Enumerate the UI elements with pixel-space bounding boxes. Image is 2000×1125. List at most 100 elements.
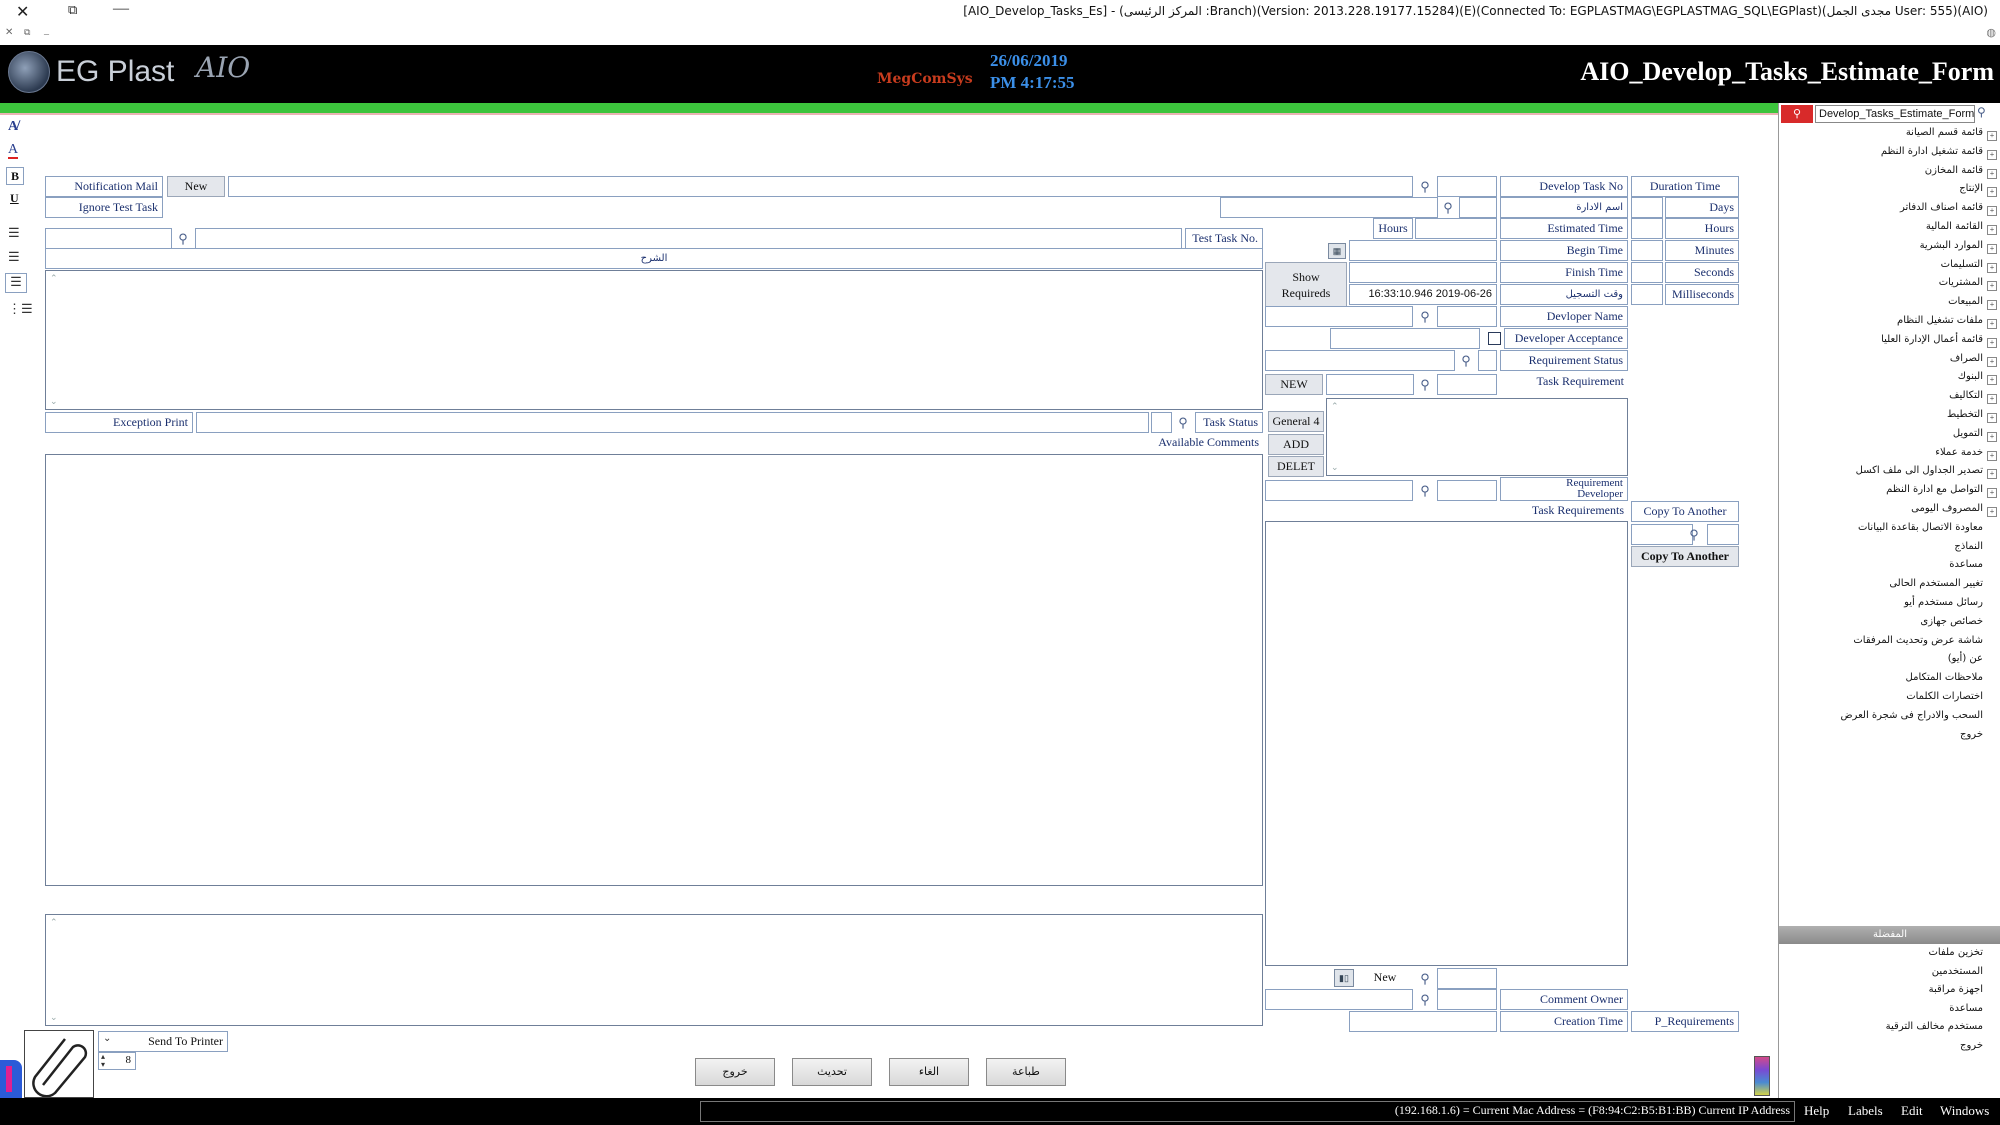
task-status-code-input[interactable] <box>1151 412 1172 433</box>
seconds-input[interactable] <box>1631 262 1663 283</box>
font-color-icon[interactable]: A <box>8 143 19 159</box>
comment-code-input[interactable] <box>1437 968 1497 989</box>
tree-item[interactable]: التكاليف + <box>1779 390 2000 406</box>
copies-stepper[interactable]: ▴ ▾ 8 <box>98 1052 136 1070</box>
calendar-icon[interactable]: ▦ <box>1328 243 1346 259</box>
tree-item[interactable]: ملفات تشغيل النظام + <box>1779 315 2000 331</box>
finish-time-input[interactable] <box>1349 262 1497 283</box>
expand-plus-icon[interactable]: + <box>1987 394 1997 405</box>
favorite-item[interactable]: مساعدة <box>1949 1003 1983 1014</box>
exit-button[interactable]: خروج <box>695 1058 775 1086</box>
test-task-code-input[interactable] <box>45 228 172 249</box>
task-requirement-type-input[interactable] <box>1326 374 1414 395</box>
tree-item[interactable]: التخطيط + <box>1779 409 2000 425</box>
new-task-button[interactable]: New <box>167 176 225 197</box>
tree-item[interactable]: النماذج <box>1779 541 2000 557</box>
tree-item[interactable]: قائمة قسم الصيانة + <box>1779 127 2000 143</box>
tree-item[interactable]: التسليمات + <box>1779 259 2000 275</box>
task-requirement-code-input[interactable] <box>1437 374 1497 395</box>
milliseconds-input[interactable] <box>1631 284 1663 305</box>
tree-item[interactable]: القائمة المالية + <box>1779 221 2000 237</box>
tree-item[interactable]: تغيير المستخدم الحالى <box>1779 578 2000 594</box>
requirement-status-input[interactable] <box>1265 350 1455 371</box>
test-task-no-input[interactable] <box>195 228 1182 249</box>
expand-plus-icon[interactable]: + <box>1987 469 1997 480</box>
search-icon[interactable]: ⚲ <box>1416 482 1434 500</box>
task-status-input[interactable] <box>196 412 1149 433</box>
search-icon[interactable]: ⚲ <box>174 230 192 248</box>
expand-plus-icon[interactable]: + <box>1987 319 1997 329</box>
minimize-icon[interactable]: — <box>113 0 129 18</box>
new-requirement-button[interactable]: NEW <box>1265 374 1323 395</box>
tree-item[interactable]: مساعدة <box>1779 559 2000 575</box>
search-icon[interactable]: ⚲ <box>1416 970 1434 988</box>
hours-input[interactable] <box>1631 218 1663 239</box>
expand-plus-icon[interactable]: + <box>1987 507 1997 517</box>
tree-item[interactable]: قائمة المخازن + <box>1779 165 2000 181</box>
favorite-item[interactable]: المستخدمين <box>1932 966 1983 977</box>
tree-item[interactable]: قائمة تشغيل ادارة النظم + <box>1779 146 2000 162</box>
task-requirement-textarea[interactable]: ⌃ ⌄ <box>1326 398 1628 476</box>
tree-item[interactable]: قائمة أعمال الإدارة العليا + <box>1779 334 2000 350</box>
expand-plus-icon[interactable]: + <box>1987 281 1997 292</box>
expand-plus-icon[interactable]: + <box>1987 337 1997 348</box>
developer-name-input[interactable] <box>1265 306 1413 327</box>
expand-plus-icon[interactable]: + <box>1987 375 1997 386</box>
menu-help[interactable]: Help <box>1804 1103 1829 1119</box>
sidebar-search-button[interactable]: ⚲ <box>1781 105 1813 123</box>
copy-target-code-input[interactable] <box>1707 524 1739 545</box>
tree-item[interactable]: تصدير الجداول الى ملف اكسل + <box>1779 465 2000 481</box>
bullet-list-icon[interactable]: ⋮☰ <box>8 301 33 317</box>
task-title-input[interactable] <box>228 176 1413 197</box>
menu-labels[interactable]: Labels <box>1848 1103 1883 1119</box>
developer-code-input[interactable] <box>1437 306 1497 327</box>
tree-item[interactable]: عن (أيو) <box>1779 653 2000 669</box>
mdi-restore-icon[interactable]: ⧉ <box>24 27 30 38</box>
tree-item[interactable]: خدمة عملاء + <box>1779 447 2000 463</box>
expand-plus-icon[interactable]: + <box>1987 431 1997 442</box>
requirement-developer-input[interactable] <box>1265 480 1413 501</box>
expand-plus-icon[interactable]: + <box>1987 262 1997 273</box>
tree-item[interactable]: التمويل + <box>1779 428 2000 444</box>
estimated-time-input[interactable] <box>1415 218 1497 239</box>
align-center-icon[interactable]: ☰ <box>8 249 20 265</box>
expand-plus-icon[interactable]: + <box>1987 131 1997 141</box>
mdi-close-icon[interactable]: ✕ <box>5 27 13 38</box>
align-left-icon[interactable]: ☰ <box>8 225 20 241</box>
days-input[interactable] <box>1631 197 1663 218</box>
tree-item[interactable]: ملاحظات المتكامل <box>1779 672 2000 688</box>
general-button[interactable]: General 4 <box>1268 411 1324 432</box>
favorite-item[interactable]: اجهزة مراقبة <box>1929 984 1983 995</box>
tree-view[interactable]: قائمة قسم الصيانة + قائمة تشغيل ادارة النظ… <box>1779 127 2000 747</box>
comment-owner-code-input[interactable] <box>1437 989 1497 1010</box>
text-style-icon[interactable]: A̸ <box>8 119 18 135</box>
tree-item[interactable]: معاودة الاتصال بقاعدة البيانات <box>1779 522 2000 538</box>
copy-target-input[interactable] <box>1631 524 1693 545</box>
begin-time-input[interactable] <box>1349 240 1497 261</box>
search-icon[interactable]: ⚲ <box>1416 991 1434 1009</box>
tree-item[interactable]: شاشة عرض وتحديث المرفقات <box>1779 635 2000 651</box>
expand-plus-icon[interactable]: + <box>1987 413 1997 423</box>
underline-icon[interactable]: U <box>10 191 19 206</box>
tree-item[interactable]: الموارد البشرية + <box>1779 240 2000 256</box>
tree-item[interactable]: خروج <box>1779 729 2000 745</box>
cancel-button[interactable]: الغاء <box>889 1058 969 1086</box>
search-icon[interactable]: ⚲ <box>1174 414 1192 432</box>
search-icon[interactable]: ⚲ <box>1685 526 1703 544</box>
update-button[interactable]: تحديث <box>792 1058 872 1086</box>
tree-item[interactable]: اختصارات الكلمات <box>1779 691 2000 707</box>
developer-acceptance-checkbox[interactable] <box>1488 332 1501 345</box>
task-requirements-grid[interactable] <box>1265 521 1628 966</box>
print-button[interactable]: طباعة <box>986 1058 1066 1086</box>
expand-plus-icon[interactable]: + <box>1987 187 1997 198</box>
tree-item[interactable]: خصائص جهازى <box>1779 616 2000 632</box>
search-icon[interactable]: ⚲ <box>1439 199 1457 217</box>
expand-plus-icon[interactable]: + <box>1987 450 1997 461</box>
sidebar-search-icon[interactable]: ⚲ <box>1977 105 1986 120</box>
send-to-printer-select[interactable]: ⌄ Send To Printer <box>98 1031 228 1052</box>
comment-textarea[interactable]: ⌃ ⌄ <box>45 914 1263 1026</box>
tree-item[interactable]: البنوك + <box>1779 371 2000 387</box>
attachment-button[interactable] <box>24 1030 94 1098</box>
expand-plus-icon[interactable]: + <box>1987 243 1997 254</box>
stepper-arrows-icon[interactable]: ▴ ▾ <box>101 1053 105 1069</box>
